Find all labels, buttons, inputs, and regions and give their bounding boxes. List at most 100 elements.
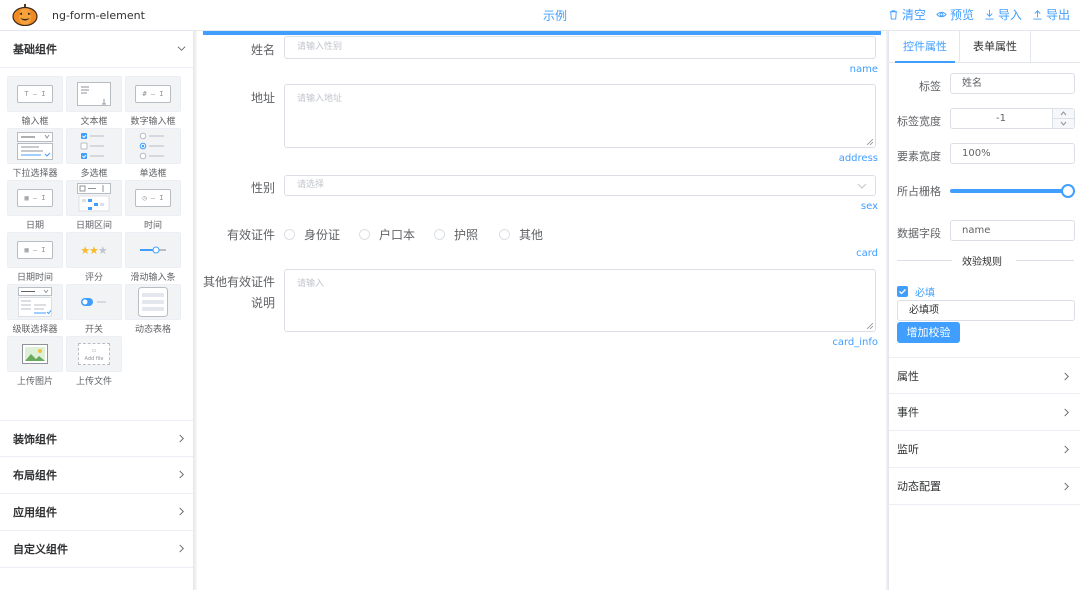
component-label: 时间	[143, 221, 162, 231]
radio-circle	[284, 229, 295, 240]
table-icon	[125, 284, 181, 320]
section-listeners[interactable]: 监听	[889, 431, 1080, 468]
component-textarea[interactable]: 文本框	[66, 76, 122, 127]
component-dynamic-table[interactable]: 动态表格	[125, 284, 181, 335]
chevron-right-icon	[179, 507, 184, 516]
field-label: 有效证件	[226, 228, 275, 242]
section-title: 动态配置	[897, 480, 941, 493]
app-root: ng-form-element 示例 清空 预览 导入 导出 基础组件 T — …	[0, 0, 1080, 590]
required-checkbox[interactable]: 必填	[897, 284, 935, 299]
section-dynamic-config[interactable]: 动态配置	[889, 468, 1080, 505]
component-slider[interactable]: 滑动输入条	[125, 232, 181, 283]
property-panel: 控件属性 表单属性 标签 姓名 标签宽度 -1 要素宽度 100% 所占栅格 数…	[888, 31, 1080, 590]
width-input[interactable]: 100%	[950, 143, 1075, 164]
export-label: 导出	[1045, 8, 1070, 22]
import-button[interactable]: 导入	[984, 6, 1022, 23]
grid-span-slider[interactable]	[950, 184, 1075, 198]
component-label: 数字输入框	[130, 117, 176, 127]
check-icon	[897, 286, 908, 297]
component-select[interactable]: 下拉选择器	[7, 128, 63, 179]
group-basic-header[interactable]: 基础组件	[0, 31, 195, 68]
component-radio[interactable]: 单选框	[125, 128, 181, 179]
address-textarea[interactable]: 请输入地址	[284, 84, 876, 148]
number-stepper[interactable]	[1052, 109, 1074, 128]
tab-form-props[interactable]: 表单属性	[959, 31, 1031, 63]
slider-thumb[interactable]	[1061, 184, 1075, 198]
chevron-right-icon	[179, 470, 184, 479]
data-field-input[interactable]: name	[950, 220, 1075, 241]
chevron-right-icon	[1064, 445, 1069, 454]
radio-circle	[499, 229, 510, 240]
label-width-input[interactable]: -1	[950, 108, 1075, 129]
name-input[interactable]: 请输入性别	[284, 36, 876, 59]
field-key: name	[849, 64, 878, 75]
radio-id-card[interactable]: 身份证	[284, 226, 340, 243]
chevron-up-icon[interactable]	[1060, 111, 1067, 116]
component-label: 动态表格	[134, 325, 171, 335]
label-prop-input[interactable]: 姓名	[950, 73, 1075, 94]
card-info-textarea[interactable]: 请输入	[284, 269, 876, 332]
resize-handle-icon[interactable]	[867, 323, 873, 329]
chevron-right-icon	[179, 544, 184, 553]
rules-title: 效验规则	[962, 257, 1002, 268]
chevron-down-icon[interactable]	[1060, 121, 1067, 126]
component-panel: 基础组件 T — I 输入框 文本框 # — I 数字输入框 下拉选择器 多选框…	[0, 31, 195, 590]
group-layout-header[interactable]: 布局组件	[0, 457, 195, 494]
section-attributes[interactable]: 属性	[889, 357, 1080, 394]
export-button[interactable]: 导出	[1032, 6, 1070, 23]
group-decor-header[interactable]: 装饰组件	[0, 420, 195, 457]
field-key: card	[856, 248, 878, 259]
component-label: 日期时间	[16, 273, 53, 283]
toolbar: 清空 预览 导入 导出	[888, 6, 1070, 23]
group-app-header[interactable]: 应用组件	[0, 494, 195, 531]
import-label: 导入	[997, 8, 1022, 22]
chevron-right-icon	[1064, 482, 1069, 491]
component-input[interactable]: T — I 输入框	[7, 76, 63, 127]
selected-indicator	[203, 31, 881, 35]
upload-image-icon	[7, 336, 63, 372]
label-width-value: -1	[996, 113, 1006, 124]
component-switch[interactable]: 开关	[66, 284, 122, 335]
clear-label: 清空	[901, 8, 926, 22]
datetime-icon: ▦ — I	[7, 232, 63, 268]
component-time[interactable]: ◷ — I 时间	[125, 180, 181, 231]
date-range-icon	[66, 180, 122, 216]
width-label: 要素宽度	[897, 150, 941, 163]
component-upload-file[interactable]: ▭ Add file 上传文件	[66, 336, 122, 387]
pumpkin-logo-icon	[12, 4, 38, 26]
rate-icon: ★★ ★	[66, 232, 122, 268]
label-width-label: 标签宽度	[897, 115, 941, 128]
group-custom-header[interactable]: 自定义组件	[0, 531, 195, 568]
sex-select[interactable]: 请选择	[284, 175, 876, 196]
grid-span-label: 所占栅格	[897, 185, 941, 198]
number-input-icon: # — I	[125, 76, 181, 112]
tab-control-props[interactable]: 控件属性	[895, 31, 955, 63]
component-date-range[interactable]: 日期区间	[66, 180, 122, 231]
component-label: 日期区间	[75, 221, 112, 231]
preview-button[interactable]: 预览	[936, 6, 974, 23]
component-datetime[interactable]: ▦ — I 日期时间	[7, 232, 63, 283]
download-icon	[985, 9, 994, 20]
field-label: 说明	[250, 296, 275, 310]
field-label: 性别	[250, 181, 275, 195]
form-title: 示例	[543, 9, 568, 23]
component-cascader[interactable]: 级联选择器	[7, 284, 63, 335]
radio-household[interactable]: 户口本	[359, 226, 415, 243]
component-number-input[interactable]: # — I 数字输入框	[125, 76, 181, 127]
radio-other[interactable]: 其他	[499, 226, 543, 243]
field-key: address	[838, 153, 878, 164]
radio-passport[interactable]: 护照	[434, 226, 478, 243]
component-rate[interactable]: ★★ ★ 评分	[66, 232, 122, 283]
resize-handle-icon[interactable]	[867, 139, 873, 145]
data-field-label: 数据字段	[897, 227, 941, 240]
component-upload-image[interactable]: 上传图片	[7, 336, 63, 387]
clear-button[interactable]: 清空	[888, 6, 926, 23]
radio-label: 护照	[454, 228, 479, 242]
add-rule-button[interactable]: 增加校验	[897, 322, 960, 343]
component-checkbox[interactable]: 多选框	[66, 128, 122, 179]
radio-circle	[434, 229, 445, 240]
component-date[interactable]: ▦ — I 日期	[7, 180, 63, 231]
section-events[interactable]: 事件	[889, 394, 1080, 431]
radio-label: 其他	[519, 228, 544, 242]
required-message-input[interactable]: 必填项	[897, 300, 1075, 321]
